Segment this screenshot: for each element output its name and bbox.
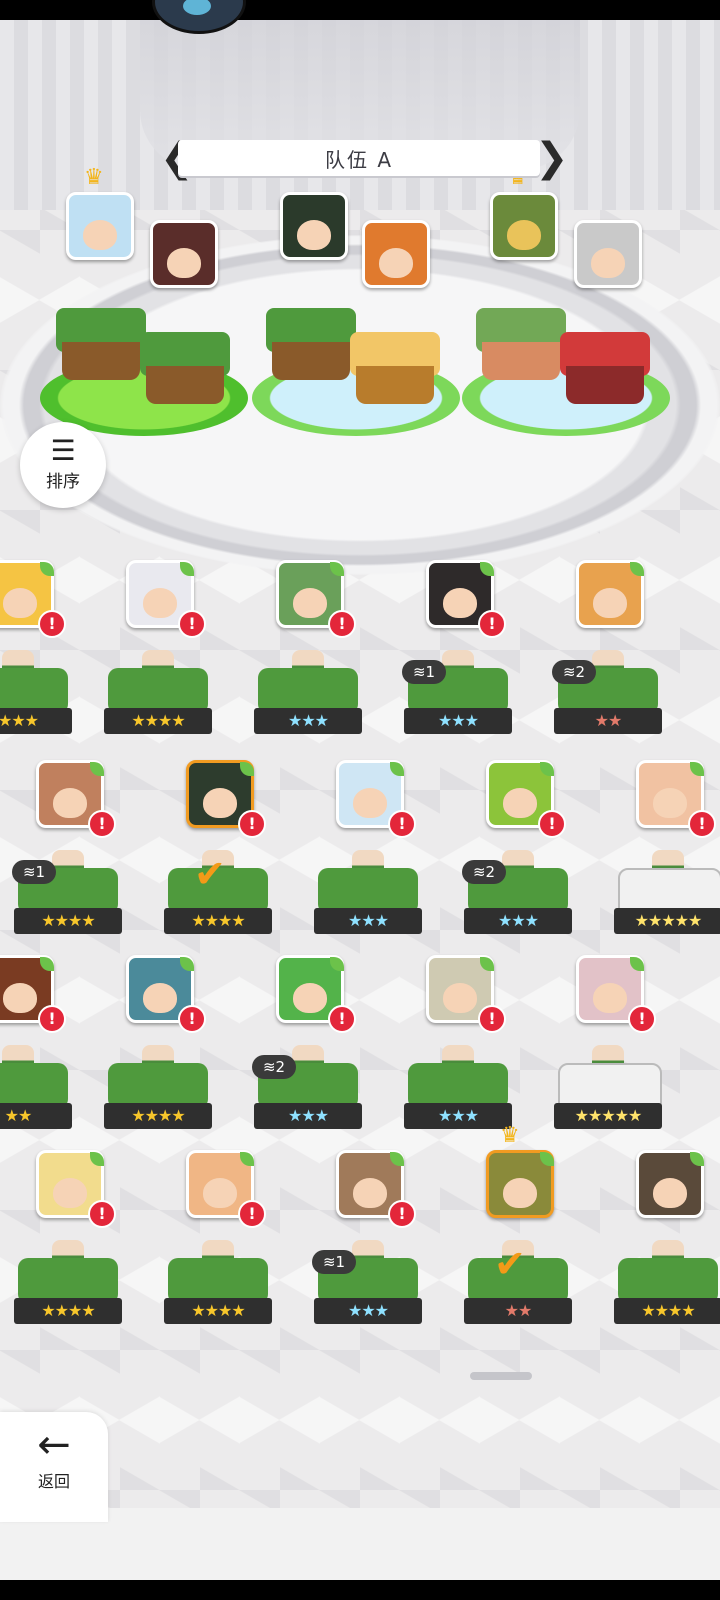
back-arrow-icon: ← [37,1422,71,1468]
duplicate-count-badge: ≋1 [402,660,446,684]
alert-badge: ! [328,610,356,638]
team-block[interactable] [140,332,230,412]
character-pedestal[interactable]: ★★★★ [614,1240,720,1332]
scroll-indicator [470,1372,532,1380]
star-rating: ★★★ [254,708,362,734]
crown-icon: ♛ [500,1123,520,1148]
alert-badge: ! [628,1005,656,1033]
star-rating: ★★★ [464,908,572,934]
star-rating: ★★★ [404,1103,512,1129]
star-rating: ★★ [554,708,662,734]
team-block[interactable] [350,332,440,412]
star-rating: ★★ [464,1298,572,1324]
alert-badge: ! [88,1200,116,1228]
navigation-bar [0,1580,720,1600]
duplicate-count-badge: ≋2 [462,860,506,884]
bottom-panel [0,1508,720,1580]
team-member-portrait[interactable] [362,220,430,288]
team-member-portrait[interactable] [280,192,348,260]
star-rating: ★★ [0,1103,72,1129]
character-pedestal[interactable]: ★★★ [254,650,362,742]
duplicate-count-badge: ≋1 [312,1250,356,1274]
star-rating: ★★★★ [104,1103,212,1129]
star-rating: ★★★ [404,708,512,734]
crown-icon: ♛ [84,165,104,190]
character-pedestal[interactable]: ★★★ [314,850,422,942]
sort-icon: ☰ [50,434,76,467]
selected-check-icon: ✔ [494,1242,526,1286]
character-pedestal[interactable]: ★★★★★ [614,850,720,942]
star-rating: ★★★ [314,1298,422,1324]
character-pedestal[interactable]: ★★★★ [104,1045,212,1137]
alert-badge: ! [38,1005,66,1033]
alert-badge: ! [178,610,206,638]
alert-badge: ! [178,1005,206,1033]
alert-badge: ! [538,810,566,838]
character-pedestal[interactable]: ★★★★ [164,1240,272,1332]
star-rating: ★★★★ [104,708,212,734]
alert-badge: ! [238,1200,266,1228]
duplicate-count-badge: ≋2 [552,660,596,684]
next-team-arrow-icon[interactable]: ❯ [535,138,569,180]
star-rating: ★★★★ [164,1298,272,1324]
star-rating: ★★★★ [164,908,272,934]
character-pedestal[interactable]: ★★★★★ [554,1045,662,1137]
character-pedestal[interactable]: ★★★★ [104,650,212,742]
alert-badge: ! [388,810,416,838]
alert-badge: ! [328,1005,356,1033]
character-pedestal[interactable]: ★★ [0,1045,72,1137]
team-block[interactable] [476,308,566,388]
alert-badge: ! [88,810,116,838]
star-rating: ★★★★★ [614,908,720,934]
sort-label: 排序 [46,472,80,492]
character-pedestal[interactable]: ★★★ [0,650,72,742]
alert-badge: ! [38,610,66,638]
alert-badge: ! [478,1005,506,1033]
team-member-portrait[interactable] [574,220,642,288]
star-rating: ★★★★ [14,908,122,934]
back-button[interactable]: ← 返回 [0,1412,108,1522]
team-block[interactable] [560,332,650,412]
team-member-portrait[interactable] [490,192,558,260]
alert-badge: ! [388,1200,416,1228]
team-name: 队伍 A [178,140,540,176]
star-rating: ★★★ [0,708,72,734]
duplicate-count-badge: ≋2 [252,1055,296,1079]
star-rating: ★★★ [254,1103,362,1129]
back-label: 返回 [37,1472,70,1491]
team-block[interactable] [266,308,356,388]
status-bar [0,0,720,20]
star-rating: ★★★★ [14,1298,122,1324]
duplicate-count-badge: ≋1 [12,860,56,884]
team-block[interactable] [56,308,146,388]
team-selector: ❮ 队伍 A ❯ [160,138,569,180]
team-member-portrait[interactable] [66,192,134,260]
selected-check-icon: ✔ [194,852,226,896]
sort-button[interactable]: ☰ 排序 [20,422,106,508]
star-rating: ★★★★★ [554,1103,662,1129]
team-member-portrait[interactable] [150,220,218,288]
star-rating: ★★★★ [614,1298,720,1324]
alert-badge: ! [478,610,506,638]
game-stage: ❮ 队伍 A ❯ ♛ ♛ ☰ 排序 ! ★★★! ★★★★! ★★★! ★★★ ≋1 ★★ ≋… [0,20,720,1580]
alert-badge: ! [238,810,266,838]
character-pedestal[interactable]: ★★★ [404,1045,512,1137]
alert-badge: ! [688,810,716,838]
star-rating: ★★★ [314,908,422,934]
character-pedestal[interactable]: ★★★★ [14,1240,122,1332]
